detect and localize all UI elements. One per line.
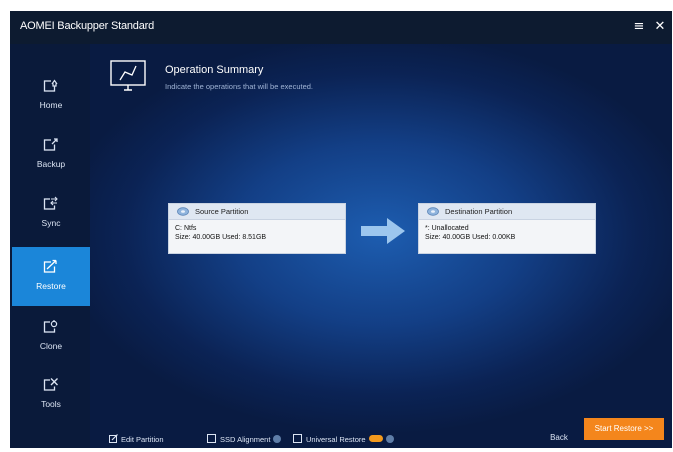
tools-icon (43, 377, 59, 391)
app-title: AOMEI Backupper Standard (20, 20, 154, 32)
menu-icon[interactable]: ≡ (630, 18, 648, 36)
destination-partition-size: Size: 40.00GB Used: 0.00KB (425, 234, 516, 241)
disk-icon (427, 207, 439, 216)
help-icon[interactable] (385, 435, 394, 443)
destination-partition-card: Destination Partition *: Unallocated Siz… (418, 203, 596, 254)
sidebar-item-label: Sync (41, 218, 61, 228)
source-partition-title: Source Partition (195, 207, 249, 216)
sidebar-item-label: Backup (36, 159, 66, 169)
edit-partition-option[interactable]: Edit Partition (109, 434, 164, 446)
sidebar-item-label: Tools (41, 399, 61, 409)
source-partition-card: Source Partition C: Ntfs Size: 40.00GB U… (168, 203, 346, 254)
destination-partition-title: Destination Partition (445, 207, 513, 216)
disk-icon (177, 207, 189, 216)
ssd-alignment-label: SSD Alignment (220, 435, 271, 444)
operation-summary-panel: Operation Summary Indicate the operation… (90, 44, 672, 448)
backup-icon (43, 137, 58, 151)
sync-icon (43, 196, 59, 210)
sidebar-item-label: Clone (39, 341, 63, 351)
destination-partition-header: Destination Partition (419, 204, 595, 220)
sidebar-item-home[interactable]: Home (12, 66, 90, 125)
sidebar: Home Backup Sync Restore Clone Tools (10, 44, 90, 448)
start-restore-button[interactable]: Start Restore >> (584, 418, 664, 440)
sidebar-item-restore[interactable]: Restore (12, 247, 90, 306)
back-button[interactable]: Back (540, 430, 578, 446)
clone-icon (43, 319, 59, 333)
home-icon (43, 78, 58, 92)
restore-icon (43, 259, 58, 273)
summary-monitor-icon (110, 60, 146, 91)
edit-partition-label: Edit Partition (121, 435, 164, 444)
universal-restore-option[interactable]: Universal Restore (293, 434, 394, 446)
universal-restore-label: Universal Restore (306, 435, 366, 444)
title-bar: AOMEI Backupper Standard ≡ ✕ (10, 11, 672, 44)
edit-icon (109, 434, 118, 443)
source-partition-fs: C: Ntfs (175, 225, 197, 232)
source-partition-size: Size: 40.00GB Used: 8.51GB (175, 234, 267, 241)
sidebar-item-tools[interactable]: Tools (12, 365, 90, 424)
pro-badge-icon (368, 435, 383, 442)
app-window: AOMEI Backupper Standard ≡ ✕ Home Backup (10, 11, 672, 448)
sidebar-item-label: Home (39, 100, 63, 110)
sidebar-item-label: Restore (36, 281, 66, 291)
close-icon[interactable]: ✕ (651, 18, 669, 36)
destination-partition-fs: *: Unallocated (425, 225, 469, 232)
source-partition-header: Source Partition (169, 204, 345, 220)
ssd-alignment-checkbox[interactable] (207, 434, 216, 443)
right-arrow-icon (361, 218, 405, 244)
sidebar-item-clone[interactable]: Clone (12, 307, 90, 366)
ssd-alignment-option[interactable]: SSD Alignment (207, 434, 282, 446)
sidebar-item-sync[interactable]: Sync (12, 184, 90, 243)
help-icon[interactable] (273, 435, 282, 443)
page-subtitle: Indicate the operations that will be exe… (165, 82, 314, 91)
sidebar-item-backup[interactable]: Backup (12, 125, 90, 184)
page-title: Operation Summary (165, 64, 264, 76)
universal-restore-checkbox[interactable] (293, 434, 302, 443)
